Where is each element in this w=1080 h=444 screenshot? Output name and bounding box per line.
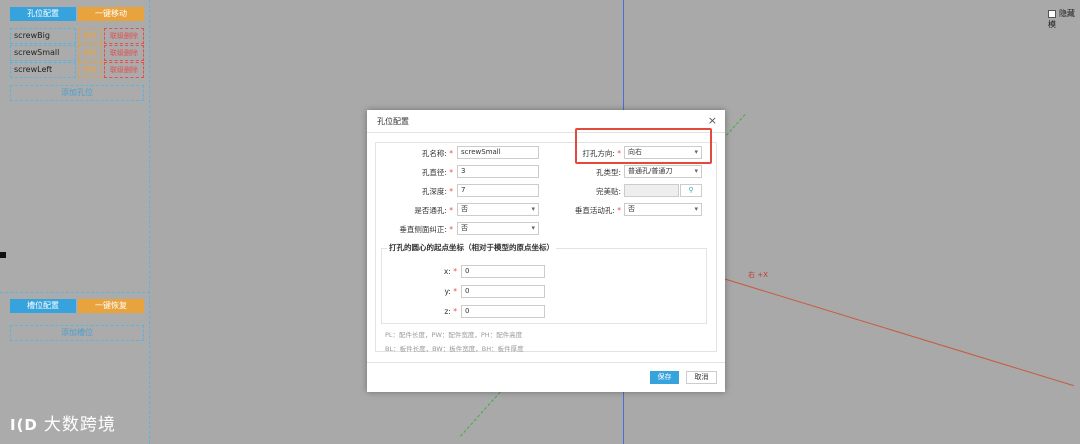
vertical-correction-select[interactable]: 否 <box>457 222 539 235</box>
hole-depth-label: 孔深度: * <box>421 187 453 196</box>
hole-type-label: 孔类型: <box>595 168 621 177</box>
hole-linked-delete-button[interactable]: 联级删除 <box>104 28 144 44</box>
hole-name-label: 孔名称: * <box>421 149 453 158</box>
hole-delete-button[interactable]: 删除 <box>78 45 102 61</box>
vertical-adjust-label: 垂直活动孔: * <box>574 206 621 215</box>
hole-diameter-label: 孔直径: * <box>421 168 453 177</box>
dialog-title: 孔位配置 <box>377 117 409 126</box>
hole-type-select[interactable]: 普通孔/普通刀 <box>624 165 702 178</box>
hole-config-button[interactable]: 孔位配置 <box>10 7 76 21</box>
watermark-logo: I(D <box>10 416 38 434</box>
save-button[interactable]: 保存 <box>650 371 679 384</box>
highlight-box <box>575 128 712 164</box>
x-axis-label: 右 +X <box>748 271 768 279</box>
y-coord-input[interactable]: 0 <box>461 285 545 298</box>
hole-item-name[interactable]: screwLeft <box>10 62 76 78</box>
dialog-footer-divider <box>367 362 725 363</box>
panel-divider <box>0 292 150 294</box>
note-line: BL：板件长度，BW：板件宽度，BH：板件厚度 <box>385 345 524 353</box>
watermark-text: 大数跨境 <box>43 415 116 435</box>
is-through-label: 是否通孔: * <box>414 206 453 215</box>
z-axis-line-upper <box>726 114 747 137</box>
x-axis-line <box>719 277 1074 387</box>
watermark: I(D 大数跨境 <box>10 410 116 435</box>
one-click-restore-button[interactable]: 一键恢复 <box>78 299 144 313</box>
scroll-marker <box>0 252 6 258</box>
cancel-button[interactable]: 取消 <box>686 371 717 384</box>
hole-diameter-input[interactable]: 3 <box>457 165 539 178</box>
one-click-move-button[interactable]: 一键移动 <box>78 7 144 21</box>
hole-linked-delete-button[interactable]: 联级删除 <box>104 62 144 78</box>
z-coord-label: z: * <box>444 307 457 316</box>
hole-name-input[interactable]: screwSmall <box>457 146 539 159</box>
add-hole-button[interactable]: 添加孔位 <box>10 85 144 101</box>
checkbox-box-icon[interactable] <box>1048 9 1056 18</box>
close-icon[interactable]: × <box>708 114 717 127</box>
hide-model-checkbox[interactable]: 隐藏模 <box>1048 8 1080 30</box>
vertical-adjust-select[interactable]: 否 <box>624 203 702 216</box>
left-panel: 孔位配置 一键移动 screwBig 删除 联级删除 screwSmall 删除… <box>0 0 150 444</box>
add-slot-button[interactable]: 添加槽位 <box>10 325 144 341</box>
is-through-select[interactable]: 否 <box>457 203 539 216</box>
finished-hole-input[interactable] <box>624 184 679 197</box>
x-coord-input[interactable]: 0 <box>461 265 545 278</box>
z-coord-input[interactable]: 0 <box>461 305 545 318</box>
hole-item-name[interactable]: screwBig <box>10 28 76 44</box>
note-line: PL：配件长度，PW：配件宽度，PH：配件高度 <box>385 331 523 339</box>
hole-delete-button[interactable]: 删除 <box>78 62 102 78</box>
hole-depth-input[interactable]: 7 <box>457 184 539 197</box>
search-icon[interactable]: ⚲ <box>680 184 702 197</box>
y-coord-label: y: * <box>444 287 457 296</box>
coords-section-title: 打孔的圆心的起点坐标（相对于模型的原点坐标） <box>387 242 556 253</box>
hole-item-name[interactable]: screwSmall <box>10 45 76 61</box>
hole-linked-delete-button[interactable]: 联级删除 <box>104 45 144 61</box>
vertical-correction-label: 垂直侧面纠正: * <box>399 225 453 234</box>
hole-delete-button[interactable]: 删除 <box>78 28 102 44</box>
slot-config-button[interactable]: 槽位配置 <box>10 299 76 313</box>
x-coord-label: x: * <box>443 267 457 276</box>
finished-hole-label: 完美贴: <box>595 187 621 196</box>
